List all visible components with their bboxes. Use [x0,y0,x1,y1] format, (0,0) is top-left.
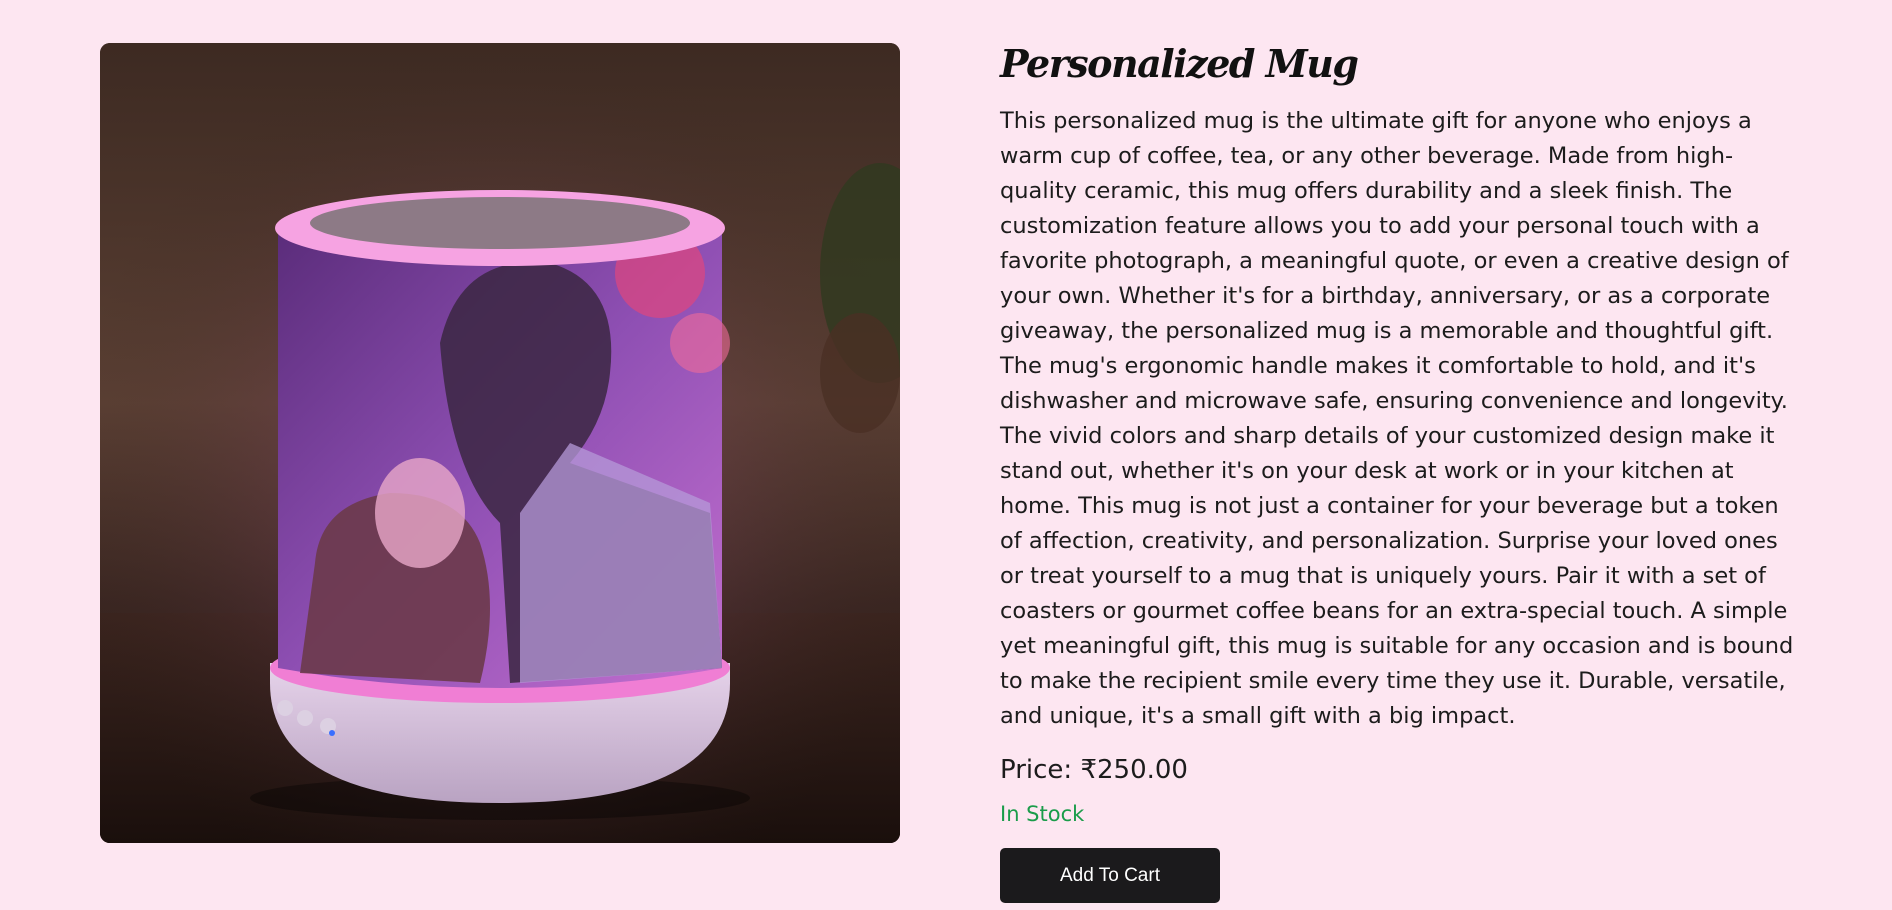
product-details: Personalized Mug This personalized mug i… [1000,40,1800,903]
product-price: Price: ₹250.00 [1000,755,1188,785]
product-description: This personalized mug is the ultimate gi… [1000,108,1794,729]
stock-status: In Stock [1000,802,1085,826]
product-title: Personalized Mug [1000,41,1359,86]
product-image [100,43,900,843]
add-to-cart-button[interactable]: Add To Cart [1000,848,1220,903]
product-photo [100,43,900,843]
